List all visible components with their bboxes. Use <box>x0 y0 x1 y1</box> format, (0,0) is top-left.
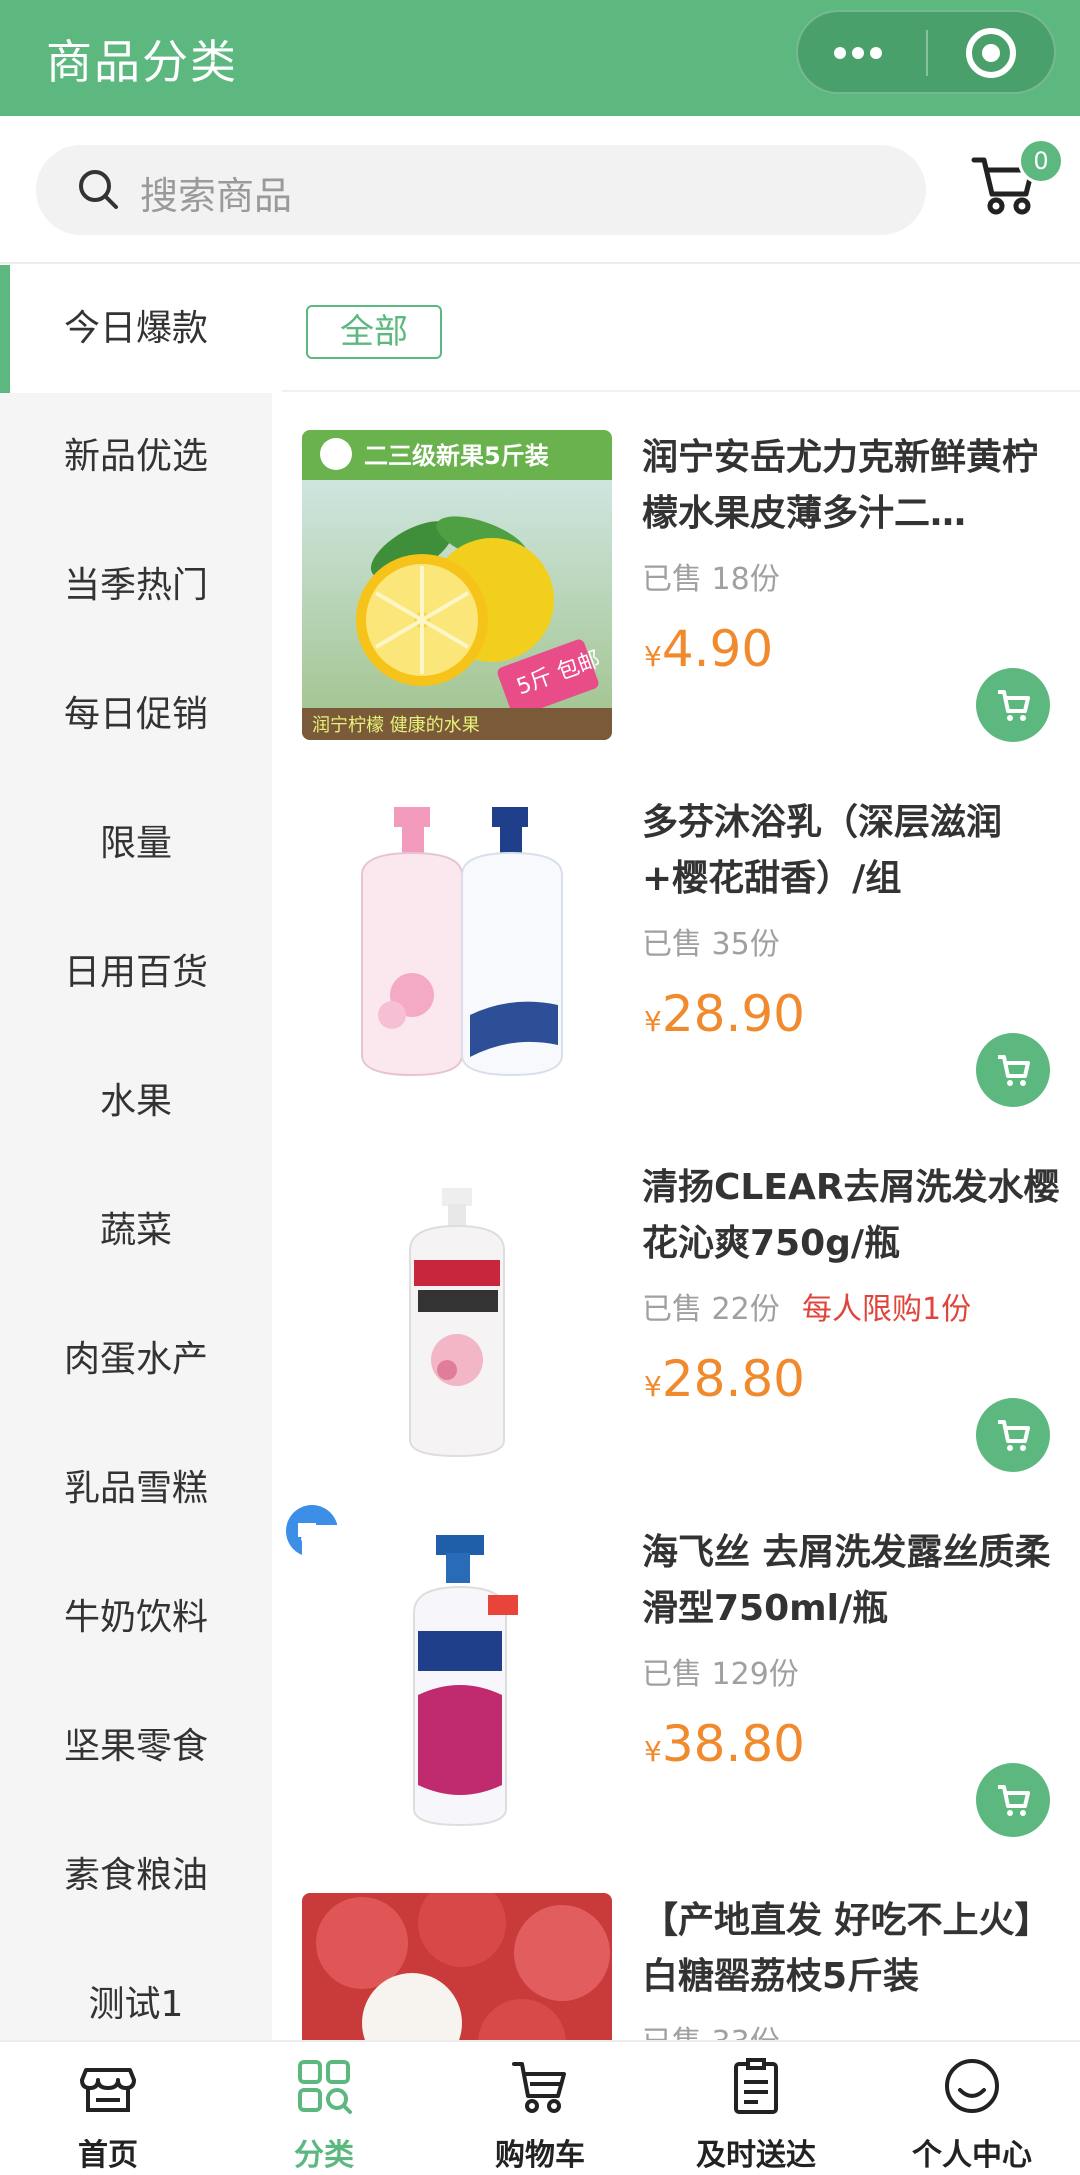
product-card[interactable]: 【产地直发 好吃不上火】白糖罂荔枝5斤装 已售 33份 <box>272 1893 1080 2040</box>
close-target-icon[interactable] <box>966 28 1016 78</box>
bottom-tabbar: 首页 分类 购物车 及时送达 个人中心 <box>0 2040 1080 2173</box>
tab-label: 个人中心 <box>912 2138 1032 2173</box>
sidebar-item-fruit[interactable]: 水果 <box>0 1038 272 1166</box>
product-name[interactable]: 海飞丝 去屑洗发露丝质柔滑型750ml/瓶 <box>642 1525 1062 1637</box>
add-to-cart-button[interactable] <box>976 668 1050 742</box>
product-name[interactable]: 多芬沐浴乳（深层滋润+樱花甜香）/组 <box>642 795 1062 907</box>
sidebar-item-label: 坚果零食 <box>63 1726 208 1767</box>
product-image-lychee[interactable] <box>302 1893 612 2040</box>
sold-count: 已售 22份 <box>642 1292 780 1327</box>
sidebar-item-new[interactable]: 新品优选 <box>0 393 272 521</box>
sidebar-item-daily-goods[interactable]: 日用百货 <box>0 909 272 1037</box>
product-name[interactable]: 润宁安岳尤力克新鲜黄柠檬水果皮薄多汁二… <box>642 430 1062 542</box>
search-icon <box>79 170 118 209</box>
sidebar-item-label: 当季热门 <box>63 565 208 606</box>
sidebar-item-label: 蔬菜 <box>99 1210 172 1251</box>
cart-icon <box>998 1785 1030 1816</box>
sidebar-item-daily-promo[interactable]: 每日促销 <box>0 651 272 779</box>
sidebar-item-snacks[interactable]: 坚果零食 <box>0 1683 272 1811</box>
sidebar-item-grain-oil[interactable]: 素食粮油 <box>0 1812 272 1940</box>
tab-home[interactable]: 首页 <box>0 2042 216 2175</box>
cart-icon <box>998 690 1030 721</box>
sidebar-item-label: 日用百货 <box>63 952 208 993</box>
tab-label: 及时送达 <box>696 2138 816 2173</box>
cart-count-badge: 0 <box>1018 138 1064 184</box>
capsule-divider <box>926 30 928 76</box>
image-banner-text: 二三级新果5斤装 <box>364 442 549 470</box>
product-price: ¥4.90 <box>644 620 774 678</box>
product-name[interactable]: 【产地直发 好吃不上火】白糖罂荔枝5斤装 <box>642 1893 1062 2005</box>
tab-label: 分类 <box>294 2138 354 2173</box>
image-footer-text: 润宁柠檬 健康的水果 <box>312 715 480 736</box>
category-icon <box>298 2060 352 2114</box>
purchase-limit-label: 每人限购1份 <box>802 1292 972 1327</box>
sidebar-item-meat-seafood[interactable]: 肉蛋水产 <box>0 1296 272 1424</box>
sidebar-item-label: 水果 <box>99 1081 172 1122</box>
sidebar-item-test1[interactable]: 测试1 <box>0 1941 272 2040</box>
sidebar-item-label: 测试1 <box>88 1984 184 2025</box>
add-to-cart-button[interactable] <box>976 1033 1050 1107</box>
product-price: ¥28.80 <box>644 1350 805 1408</box>
tab-label: 购物车 <box>495 2138 585 2173</box>
product-name[interactable]: 清扬CLEAR去屑洗发水樱花沁爽750g/瓶 <box>642 1160 1062 1272</box>
product-card[interactable]: 多芬沐浴乳（深层滋润+樱花甜香）/组 已售 35份 ¥28.90 <box>272 795 1080 1135</box>
nav-header: 商品分类 <box>0 0 1080 116</box>
sidebar-item-vegetables[interactable]: 蔬菜 <box>0 1167 272 1295</box>
product-card[interactable]: 海飞丝 去屑洗发露丝质柔滑型750ml/瓶 已售 129份 ¥38.80 <box>272 1505 1080 1865</box>
product-image-head-shoulders[interactable] <box>302 1525 612 1835</box>
store-icon <box>80 2068 136 2112</box>
sidebar-item-label: 牛奶饮料 <box>63 1597 208 1638</box>
sidebar-item-label: 每日促销 <box>63 694 208 735</box>
more-icon[interactable] <box>834 38 914 68</box>
sidebar-item-label: 乳品雪糕 <box>63 1468 208 1509</box>
miniprogram-capsule <box>796 10 1056 94</box>
divider <box>282 390 1080 392</box>
sidebar-item-label: 素食粮油 <box>63 1855 208 1896</box>
product-image-clear[interactable] <box>302 1160 612 1470</box>
sidebar-item-seasonal[interactable]: 当季热门 <box>0 522 272 650</box>
search-placeholder: 搜索商品 <box>140 174 293 218</box>
product-price: ¥38.80 <box>644 1715 805 1773</box>
sold-count: 已售 33份 <box>642 2017 780 2040</box>
smile-icon <box>945 2059 999 2113</box>
cart-icon <box>512 2062 566 2113</box>
active-indicator <box>0 265 10 393</box>
clipboard-icon <box>734 2058 778 2114</box>
sidebar-item-dairy[interactable]: 乳品雪糕 <box>0 1425 272 1553</box>
tab-cart[interactable]: 购物车 <box>432 2042 648 2175</box>
add-to-cart-button[interactable] <box>976 1398 1050 1472</box>
product-image-dove[interactable] <box>302 795 612 1105</box>
tab-label: 首页 <box>78 2138 138 2173</box>
product-price: ¥28.90 <box>644 985 805 1043</box>
tab-profile[interactable]: 个人中心 <box>864 2042 1080 2175</box>
cart-icon <box>998 1420 1030 1451</box>
category-sidebar: 今日爆款 新品优选 当季热门 每日促销 限量 日用百货 水果 蔬菜 肉蛋水产 乳… <box>0 265 272 2040</box>
filter-chip-all[interactable]: 全部 <box>306 305 442 359</box>
sidebar-item-today-hot[interactable]: 今日爆款 <box>0 265 272 393</box>
tab-delivery[interactable]: 及时送达 <box>648 2042 864 2175</box>
product-list: 全部 二三级新果5斤装 5斤 包邮 润宁柠檬 健康的水果 润宁安岳尤力克新鲜黄柠… <box>272 265 1080 2040</box>
sidebar-item-label: 肉蛋水产 <box>63 1339 208 1380</box>
page-title: 商品分类 <box>46 35 238 89</box>
product-card[interactable]: 清扬CLEAR去屑洗发水樱花沁爽750g/瓶 已售 22份 每人限购1份 ¥28… <box>272 1160 1080 1500</box>
divider <box>0 262 1080 264</box>
sidebar-item-label: 限量 <box>99 823 172 864</box>
tab-category[interactable]: 分类 <box>216 2042 432 2175</box>
sidebar-item-label: 新品优选 <box>63 436 208 477</box>
sidebar-item-milk-drinks[interactable]: 牛奶饮料 <box>0 1554 272 1682</box>
sidebar-item-label: 今日爆款 <box>63 308 208 349</box>
product-card[interactable]: 二三级新果5斤装 5斤 包邮 润宁柠檬 健康的水果 润宁安岳尤力克新鲜黄柠檬水果… <box>272 430 1080 770</box>
sold-count: 已售 35份 <box>642 927 780 962</box>
add-to-cart-button[interactable] <box>976 1763 1050 1837</box>
cart-icon <box>998 1055 1030 1086</box>
sold-count: 已售 129份 <box>642 1657 799 1692</box>
sold-count: 已售 18份 <box>642 562 780 597</box>
search-input[interactable]: 搜索商品 <box>36 145 926 235</box>
sidebar-item-limited[interactable]: 限量 <box>0 780 272 908</box>
product-image-lemon[interactable]: 二三级新果5斤装 5斤 包邮 润宁柠檬 健康的水果 <box>302 430 612 740</box>
